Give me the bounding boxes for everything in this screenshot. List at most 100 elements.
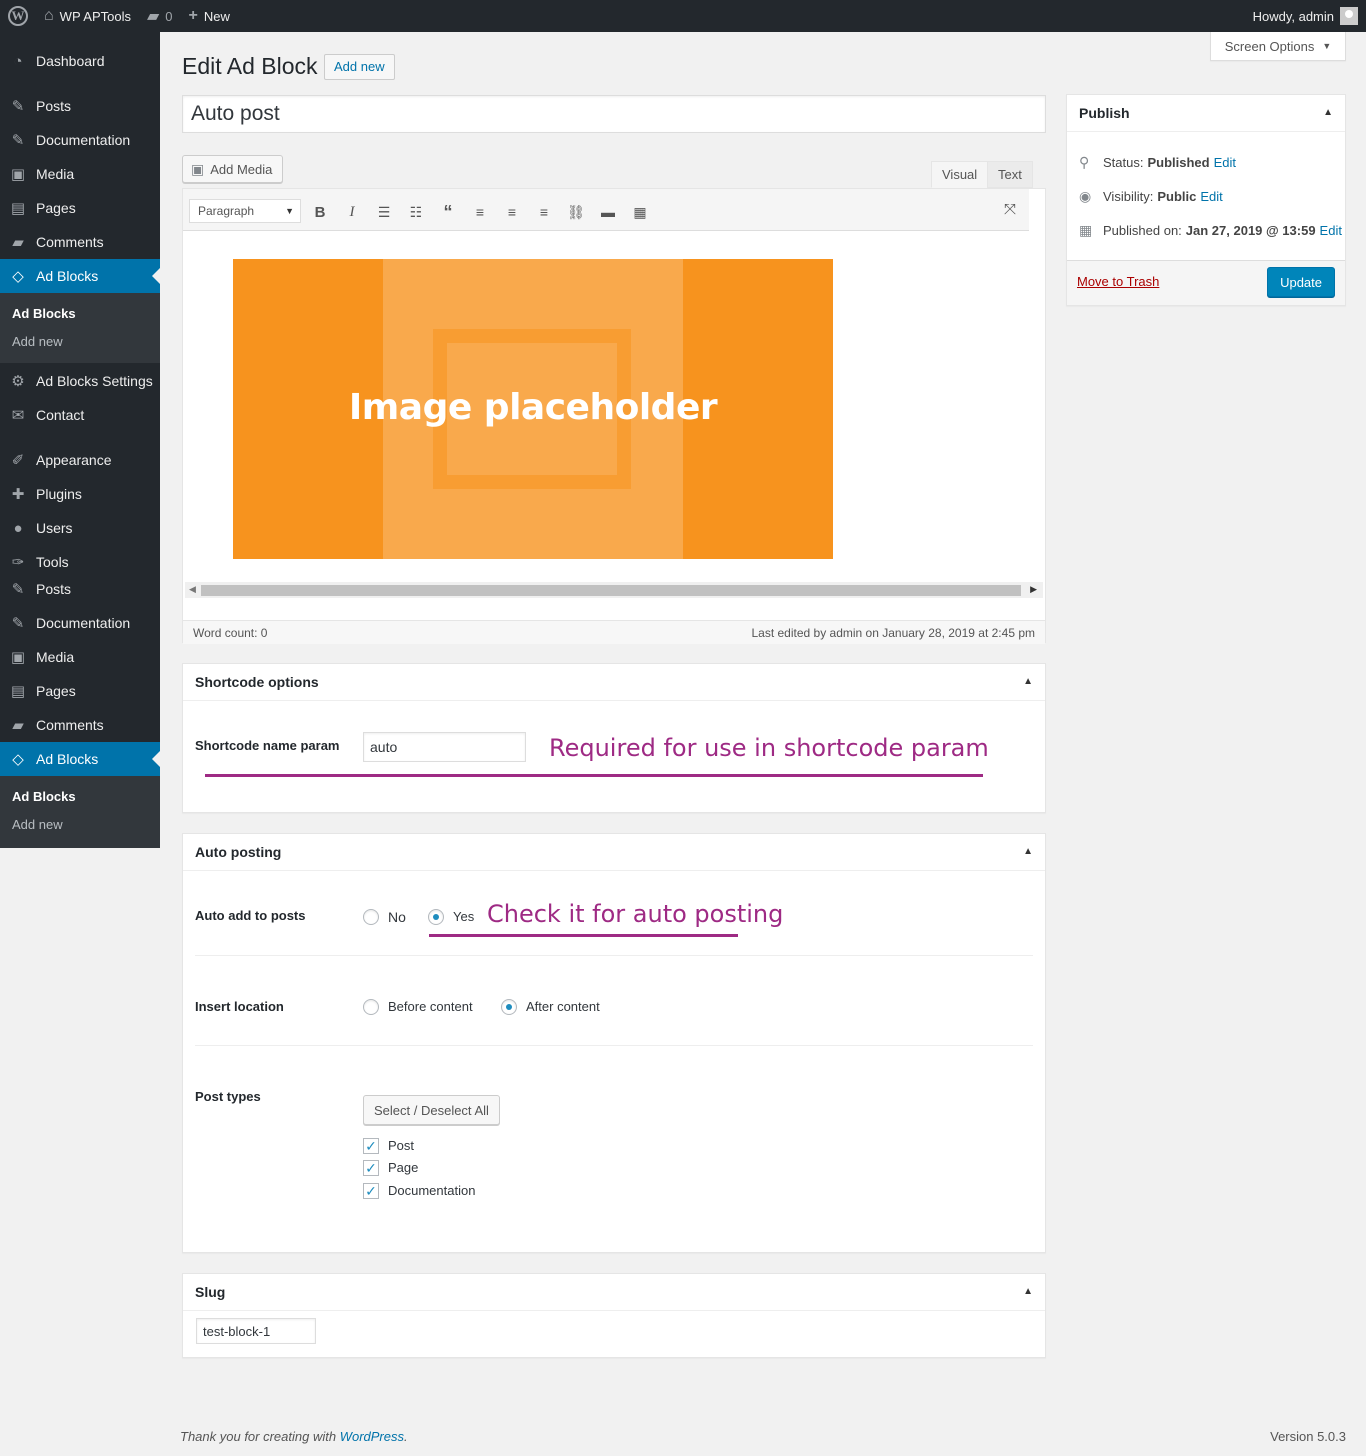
- collapse-arrow-icon[interactable]: ▲: [1323, 107, 1333, 118]
- numbered-list-icon[interactable]: ☷: [405, 201, 427, 223]
- scrollbar-thumb[interactable]: [201, 585, 1021, 596]
- sidebar-item-media-2[interactable]: ▣ Media: [0, 640, 160, 674]
- add-new-button[interactable]: Add new: [324, 54, 395, 80]
- publish-date-row: ▦ Published on: Jan 27, 2019 @ 13:59 Edi…: [1079, 222, 1342, 239]
- bullet-list-icon[interactable]: ☰: [373, 201, 395, 223]
- published-label: Published on:: [1103, 223, 1182, 238]
- wordpress-logo-menu[interactable]: W: [0, 0, 36, 32]
- sidebar-item-label: Ad Blocks: [36, 751, 99, 767]
- post-title-input[interactable]: Auto post: [182, 95, 1046, 133]
- new-content-link[interactable]: + New: [181, 0, 238, 32]
- sidebar-item-plugins[interactable]: ✚ Plugins: [0, 477, 160, 511]
- radio-after-content[interactable]: [501, 999, 517, 1015]
- format-select[interactable]: Paragraph: [189, 199, 301, 223]
- sidebar-item-documentation-2[interactable]: ✎ Documentation: [0, 606, 160, 640]
- scroll-right-icon[interactable]: ▶: [1030, 584, 1037, 595]
- media-icon: ▣: [10, 649, 26, 666]
- submenu-ad-blocks[interactable]: Ad Blocks: [0, 300, 160, 328]
- radio-before-content[interactable]: [363, 999, 379, 1015]
- sidebar-item-comments-2[interactable]: ▰ Comments: [0, 708, 160, 742]
- sidebar-item-contact[interactable]: ✉ Contact: [0, 398, 160, 432]
- footer-thanks-text: Thank you for creating with: [180, 1429, 337, 1444]
- radio-yes-label: Yes: [453, 909, 475, 924]
- wrench-icon: ✑: [11, 554, 25, 571]
- collapse-arrow-icon[interactable]: ▲: [1023, 1286, 1033, 1297]
- submenu-add-new[interactable]: Add new: [0, 811, 160, 839]
- wordpress-link[interactable]: WordPress: [340, 1429, 404, 1444]
- radio-no[interactable]: [363, 909, 379, 925]
- sidebar-item-ad-blocks-settings[interactable]: ⚙ Ad Blocks Settings: [0, 364, 160, 398]
- select-deselect-all-button[interactable]: Select / Deselect All: [363, 1095, 500, 1125]
- gear-icon: ⚙: [11, 373, 25, 390]
- screen-options-button[interactable]: Screen Options ▼: [1210, 32, 1346, 61]
- checkbox-documentation[interactable]: ✓: [363, 1183, 379, 1199]
- sidebar-item-users[interactable]: ● Users: [0, 511, 160, 545]
- slug-header[interactable]: Slug ▲: [183, 1274, 1045, 1311]
- submenu-add-new[interactable]: Add new: [0, 328, 160, 356]
- bold-icon[interactable]: B: [309, 201, 331, 223]
- slug-input[interactable]: test-block-1: [196, 1318, 316, 1344]
- sidebar-item-ad-blocks[interactable]: ◇ Ad Blocks: [0, 259, 160, 293]
- sidebar-item-posts[interactable]: ✎ Posts: [0, 89, 160, 123]
- caret-down-icon: ▼: [1322, 41, 1332, 51]
- sidebar-item-comments[interactable]: ▰ Comments: [0, 225, 160, 259]
- new-label: New: [203, 8, 230, 24]
- align-center-icon[interactable]: ≡: [501, 201, 523, 223]
- howdy-text: Howdy, admin: [1252, 8, 1334, 24]
- divider: [195, 955, 1033, 956]
- toolbar-toggle-icon[interactable]: ▦: [629, 201, 651, 223]
- sidebar-item-pages-2[interactable]: ▤ Pages: [0, 674, 160, 708]
- site-name-link[interactable]: ⌂ WP APTools: [36, 0, 139, 32]
- read-more-icon[interactable]: ▬: [597, 201, 619, 223]
- tab-text[interactable]: Text: [987, 161, 1033, 188]
- status-edit-link[interactable]: Edit: [1214, 155, 1236, 170]
- avatar: [1340, 7, 1358, 25]
- sidebar-item-dashboard[interactable]: ◔ Dashboard: [0, 44, 160, 78]
- checkbox-documentation-label: Documentation: [388, 1183, 476, 1198]
- comments-link[interactable]: ▰ 0: [139, 0, 181, 32]
- pages-icon: ▤: [10, 683, 26, 700]
- publish-header[interactable]: Publish ▲: [1067, 95, 1345, 132]
- align-right-icon[interactable]: ≡: [533, 201, 555, 223]
- move-to-trash-link[interactable]: Move to Trash: [1077, 274, 1159, 289]
- checkbox-page[interactable]: ✓: [363, 1160, 379, 1176]
- sidebar-item-ad-blocks-2[interactable]: ◇ Ad Blocks: [0, 742, 160, 776]
- date-edit-link[interactable]: Edit: [1320, 223, 1342, 238]
- blockquote-icon[interactable]: “: [437, 201, 459, 223]
- visibility-edit-link[interactable]: Edit: [1200, 189, 1222, 204]
- link-icon[interactable]: ⛓: [565, 201, 587, 223]
- shortcode-options-header[interactable]: Shortcode options ▲: [183, 664, 1045, 701]
- horizontal-scrollbar[interactable]: ◀ ▶: [185, 582, 1043, 598]
- align-left-icon[interactable]: ≡: [469, 201, 491, 223]
- collapse-arrow-icon[interactable]: ▲: [1023, 846, 1033, 857]
- auto-posting-header[interactable]: Auto posting ▲: [183, 834, 1045, 871]
- code-icon: ◇: [12, 268, 24, 285]
- collapse-arrow-icon[interactable]: ▲: [1023, 676, 1033, 687]
- scroll-left-icon[interactable]: ◀: [189, 584, 196, 595]
- sidebar-item-appearance[interactable]: ✐ Appearance: [0, 443, 160, 477]
- ad-blocks-submenu-2: Ad Blocks Add new: [0, 776, 160, 848]
- tab-visual[interactable]: Visual: [931, 161, 989, 188]
- sidebar-item-pages[interactable]: ▤ Pages: [0, 191, 160, 225]
- ad-blocks-submenu: Ad Blocks Add new: [0, 293, 160, 363]
- sidebar-item-documentation[interactable]: ✎ Documentation: [0, 123, 160, 157]
- shortcode-name-input[interactable]: auto: [363, 732, 526, 762]
- sidebar-item-media[interactable]: ▣ Media: [0, 157, 160, 191]
- slug-box: Slug ▲ test-block-1: [182, 1273, 1046, 1358]
- checkbox-post[interactable]: ✓: [363, 1138, 379, 1154]
- italic-icon[interactable]: I: [341, 201, 363, 223]
- update-button[interactable]: Update: [1267, 267, 1335, 297]
- my-account-menu[interactable]: Howdy, admin: [1245, 0, 1366, 32]
- radio-yes[interactable]: [428, 909, 444, 925]
- pin-icon: ⚲: [1079, 154, 1090, 170]
- submenu-ad-blocks[interactable]: Ad Blocks: [0, 783, 160, 811]
- add-media-button[interactable]: ▣ Add Media: [182, 155, 284, 183]
- box-title: Auto posting: [195, 844, 282, 860]
- status-value: Published: [1147, 155, 1210, 170]
- sidebar-item-posts-2[interactable]: ✎ Posts: [0, 572, 160, 606]
- image-placeholder[interactable]: Image placeholder: [233, 259, 833, 559]
- fullscreen-icon[interactable]: ⤧: [999, 201, 1021, 221]
- sidebar-item-label: Pages: [36, 200, 76, 216]
- sidebar-item-label: Pages: [36, 683, 76, 699]
- wordpress-logo-icon: W: [8, 6, 28, 26]
